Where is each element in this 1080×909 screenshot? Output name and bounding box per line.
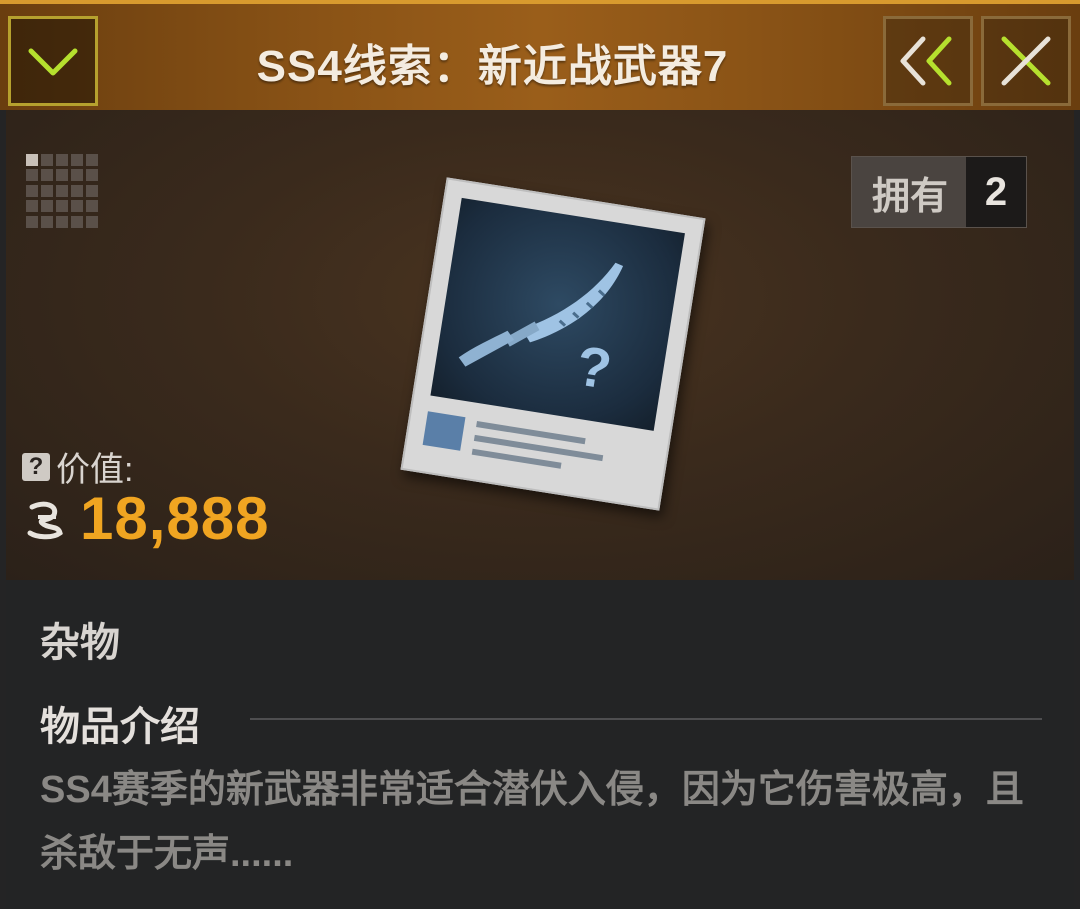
item-value: 18,888 [80,485,270,552]
item-preview: 拥有 2 ? ? 价值: 18,888 [6,110,1074,580]
intro-text: SS4赛季的新武器非常适合潜伏入侵，因为它伤害极高，且杀敌于无声...... [40,769,1024,875]
item-description: 杂物 物品介绍 SS4赛季的新武器非常适合潜伏入侵，因为它伤害极高，且杀敌于无声… [6,580,1074,909]
chevron-down-icon [28,48,78,76]
coin-icon [27,501,63,539]
item-detail-panel: SS4线索：新近战武器7 拥有 2 ? ? 价值: 18,888 杂物 物品介绍… [0,0,1080,909]
value-row: 18,888 [24,484,270,553]
double-chevron-left-icon [900,36,952,86]
divider [250,718,1042,720]
owned-count: 2 [966,157,1027,227]
clue-photo-image: ? [400,177,706,511]
item-title: SS4线索：新近战武器7 [256,42,729,91]
back-button[interactable] [883,16,973,106]
owned-count-badge: 拥有 2 [851,156,1028,228]
close-icon [1001,36,1051,86]
item-category: 杂物 [40,621,120,665]
help-icon[interactable]: ? [22,452,50,481]
grid-size-icon [26,154,100,228]
collapse-button[interactable] [8,16,98,106]
svg-text:?: ? [572,333,616,401]
knife-icon: ? [458,262,624,401]
header-bar: SS4线索：新近战武器7 [0,0,1080,110]
close-button[interactable] [981,16,1071,106]
owned-label: 拥有 [872,175,949,218]
intro-heading: 物品介绍 [40,705,200,749]
